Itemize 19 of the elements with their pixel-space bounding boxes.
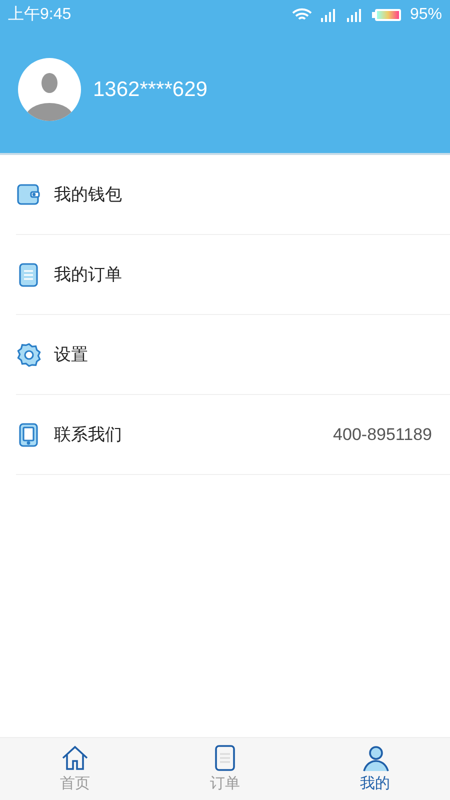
menu-item[interactable]: 我的钱包 — [16, 155, 450, 235]
menu-item[interactable]: 我的订单 — [16, 235, 450, 315]
menu-label: 我的订单 — [54, 264, 123, 286]
user-phone: 1362****629 — [93, 76, 208, 103]
menu-item[interactable]: 联系我们 400-8951189 — [16, 395, 450, 475]
tab[interactable]: 我的 — [300, 738, 450, 800]
menu-label: 设置 — [54, 344, 89, 366]
status-time: 上午9:45 — [8, 4, 72, 25]
battery-level: 95% — [410, 5, 442, 25]
gear-icon — [16, 342, 42, 368]
avatar[interactable] — [18, 58, 81, 121]
wallet-icon — [16, 182, 42, 208]
phone-number: 400-8951189 — [333, 424, 432, 446]
signal-icon — [346, 8, 364, 22]
menu-item[interactable]: 设置 — [16, 315, 450, 395]
battery-icon — [372, 8, 402, 22]
signal-icon — [320, 8, 338, 22]
menu-label: 联系我们 — [54, 424, 123, 446]
menu-label: 我的钱包 — [54, 184, 123, 206]
